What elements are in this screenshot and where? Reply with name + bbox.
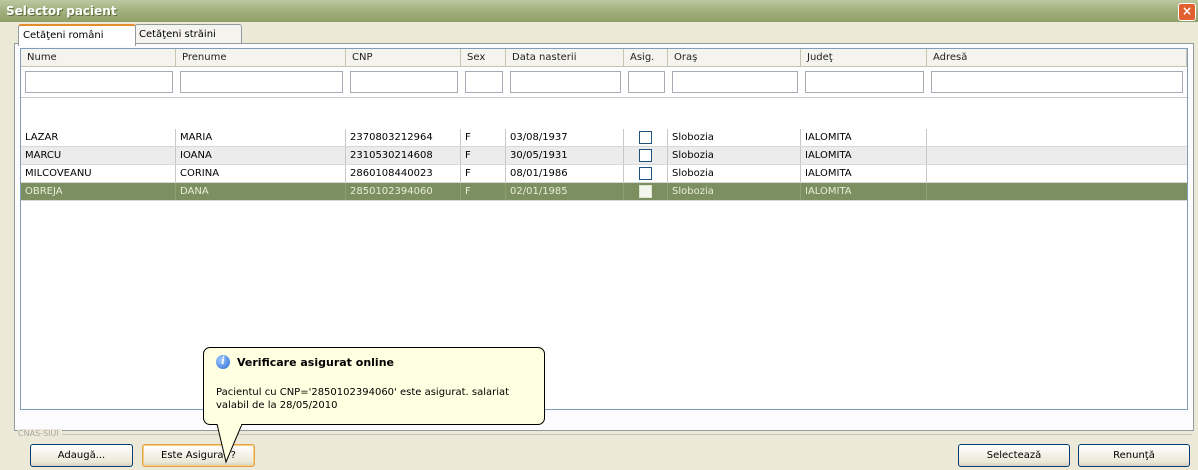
filter-oras-input[interactable] <box>672 71 798 93</box>
column-header-cnp[interactable]: CNP <box>346 49 461 67</box>
filter-judet-input[interactable] <box>805 71 924 93</box>
cell-data-nasterii: 03/08/1937 <box>506 129 624 146</box>
filter-sex-input[interactable] <box>465 71 503 93</box>
cell-adresa <box>927 129 1187 146</box>
column-header-adresa[interactable]: Adresă <box>927 49 1187 67</box>
cell-nume: MILCOVEANU <box>21 165 176 182</box>
info-icon: i <box>216 355 230 369</box>
column-header-prenume[interactable]: Prenume <box>176 49 346 67</box>
cell-sex: F <box>461 147 506 164</box>
cell-judet: IALOMITA <box>801 183 927 200</box>
group-divider <box>18 434 1192 435</box>
patients-grid: Nume Prenume CNP Sex Data nasterii Asig.… <box>20 48 1188 410</box>
filter-adresa-input[interactable] <box>931 71 1183 93</box>
cell-sex: F <box>461 183 506 200</box>
cell-prenume: CORINA <box>176 165 346 182</box>
cell-nume: OBREJA <box>21 183 176 200</box>
tab-foreign-citizens[interactable]: Cetăţeni străini <box>134 24 242 44</box>
group-label: CNAS-SIUI <box>18 429 62 438</box>
column-header-oras[interactable]: Oraş <box>668 49 801 67</box>
column-header-judet[interactable]: Judeţ <box>801 49 927 67</box>
cell-cnp: 2370803212964 <box>346 129 461 146</box>
filter-nume-input[interactable] <box>25 71 173 93</box>
cell-adresa <box>927 147 1187 164</box>
column-header-data-nasterii[interactable]: Data nasterii <box>506 49 624 67</box>
cell-oras: Slobozia <box>668 165 801 182</box>
add-button[interactable]: Adaugă... <box>30 444 133 467</box>
table-row[interactable]: MARCU IOANA 2310530214608 F 30/05/1931 S… <box>21 147 1187 165</box>
filter-data-nasterii-input[interactable] <box>510 71 621 93</box>
insurance-tooltip: i Verificare asigurat online Pacientul c… <box>203 347 545 425</box>
cell-asig <box>624 183 668 200</box>
select-button[interactable]: Selectează <box>958 444 1070 467</box>
cancel-button[interactable]: Renunţă <box>1078 444 1190 467</box>
insured-checkbox[interactable] <box>639 149 652 162</box>
tooltip-message: Pacientul cu CNP='2850102394060' este as… <box>216 387 510 411</box>
column-header-asig[interactable]: Asig. <box>624 49 668 67</box>
cell-nume: MARCU <box>21 147 176 164</box>
cell-judet: IALOMITA <box>801 147 927 164</box>
cell-cnp: 2850102394060 <box>346 183 461 200</box>
cell-adresa <box>927 165 1187 182</box>
insured-checkbox[interactable] <box>639 131 652 144</box>
filter-prenume-input[interactable] <box>180 71 343 93</box>
cell-data-nasterii: 30/05/1931 <box>506 147 624 164</box>
cell-asig <box>624 165 668 182</box>
cell-oras: Slobozia <box>668 183 801 200</box>
table-row[interactable]: LAZAR MARIA 2370803212964 F 03/08/1937 S… <box>21 129 1187 147</box>
tooltip-title: Verificare asigurat online <box>237 356 394 369</box>
insured-checkbox[interactable] <box>639 167 652 180</box>
title-bar[interactable]: Selector pacient × <box>0 0 1198 22</box>
cell-oras: Slobozia <box>668 147 801 164</box>
filter-cnp-input[interactable] <box>350 71 458 93</box>
cell-prenume: DANA <box>176 183 346 200</box>
column-header-nume[interactable]: Nume <box>21 49 176 67</box>
close-button[interactable]: × <box>1178 3 1196 21</box>
cell-judet: IALOMITA <box>801 165 927 182</box>
cell-data-nasterii: 08/01/1986 <box>506 165 624 182</box>
table-row-selected[interactable]: OBREJA DANA 2850102394060 F 02/01/1985 S… <box>21 183 1187 201</box>
cell-asig <box>624 147 668 164</box>
filter-asig-input[interactable] <box>628 71 665 93</box>
column-header-sex[interactable]: Sex <box>461 49 506 67</box>
cell-cnp: 2860108440023 <box>346 165 461 182</box>
cell-asig <box>624 129 668 146</box>
cell-judet: IALOMITA <box>801 129 927 146</box>
cell-data-nasterii: 02/01/1985 <box>506 183 624 200</box>
cell-sex: F <box>461 129 506 146</box>
cell-oras: Slobozia <box>668 129 801 146</box>
cell-nume: LAZAR <box>21 129 176 146</box>
patient-selector-window: Selector pacient × Cetăţeni români Cetăţ… <box>0 0 1198 470</box>
table-row[interactable]: MILCOVEANU CORINA 2860108440023 F 08/01/… <box>21 165 1187 183</box>
cell-prenume: IOANA <box>176 147 346 164</box>
tooltip-tail <box>216 424 243 464</box>
cell-sex: F <box>461 165 506 182</box>
insured-checkbox[interactable] <box>639 185 652 198</box>
cell-cnp: 2310530214608 <box>346 147 461 164</box>
tab-romanian-citizens[interactable]: Cetăţeni români <box>18 24 136 46</box>
window-title: Selector pacient <box>6 4 117 18</box>
cell-prenume: MARIA <box>176 129 346 146</box>
filter-row <box>21 67 1187 98</box>
cell-adresa <box>927 183 1187 200</box>
